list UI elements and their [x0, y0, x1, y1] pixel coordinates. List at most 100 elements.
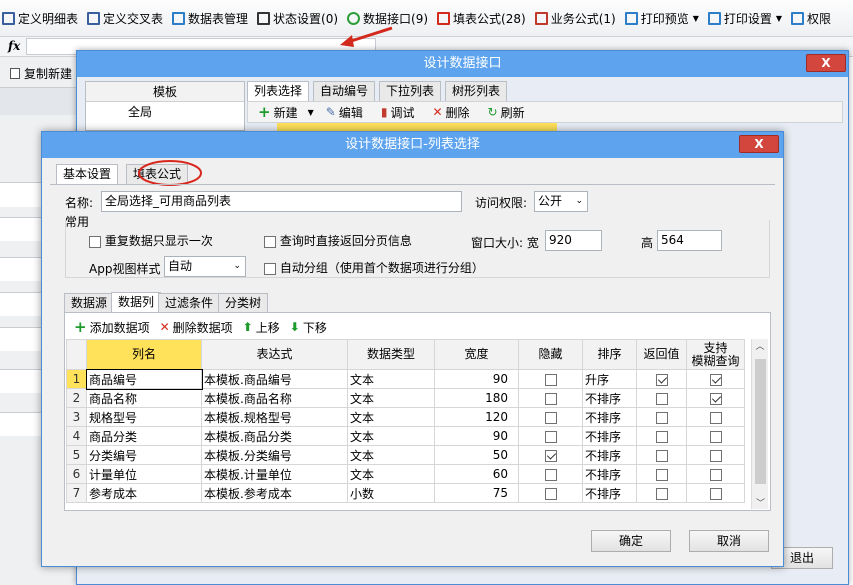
auto-group-checkbox[interactable] [264, 262, 276, 275]
cell-hidden[interactable] [518, 369, 583, 389]
dedupe-checkbox[interactable] [89, 235, 101, 248]
cell-width[interactable]: 60 [434, 464, 519, 484]
access-select[interactable]: 公开 ⌄ [534, 191, 588, 212]
cell-return[interactable] [636, 464, 687, 484]
cell-hidden-checkbox[interactable] [544, 468, 557, 481]
cell-fuzzy[interactable] [686, 445, 745, 465]
ok-button[interactable]: 确定 [591, 530, 671, 552]
cell-expression[interactable]: 本模板.商品编号 [201, 369, 348, 389]
cell-hidden[interactable] [518, 464, 583, 484]
cell-name[interactable]: 分类编号 [86, 445, 202, 465]
cell-expression[interactable]: 本模板.商品分类 [201, 426, 348, 446]
column-header[interactable]: 返回值 [636, 339, 687, 370]
cell-fuzzy[interactable] [686, 464, 745, 484]
cell-sort[interactable]: 不排序 [582, 464, 637, 484]
row-number[interactable]: 1 [66, 369, 87, 389]
auto-group-option[interactable]: 自动分组（使用首个数据项进行分组） [264, 259, 484, 276]
toolbar-item[interactable]: 数据表管理 [172, 10, 248, 27]
copy-new-button[interactable]: 复制新建 [0, 60, 80, 88]
paging-option[interactable]: 查询时直接返回分页信息 [264, 232, 412, 249]
row-number[interactable]: 7 [66, 483, 87, 503]
chevron-down-icon[interactable]: ▼ [776, 14, 782, 23]
cell-return-checkbox[interactable] [655, 430, 668, 443]
toolbar-item[interactable]: 填表公式(28) [437, 10, 526, 27]
refresh-button[interactable]: 刷新 [501, 104, 525, 121]
debug-button[interactable]: 调试 [390, 104, 414, 121]
cell-data-type[interactable]: 文本 [347, 369, 435, 389]
cell-sort[interactable]: 不排序 [582, 426, 637, 446]
cell-name[interactable]: 商品编号 [85, 368, 203, 390]
cell-name[interactable]: 商品名称 [86, 388, 202, 408]
cell-fuzzy-checkbox[interactable] [709, 487, 722, 500]
row-number[interactable]: 6 [66, 464, 87, 484]
cell-data-type[interactable]: 小数 [347, 483, 435, 503]
cell-width[interactable]: 75 [434, 483, 519, 503]
app-view-select[interactable]: 自动 ⌄ [164, 256, 246, 277]
column-header[interactable]: 表达式 [201, 339, 348, 370]
cell-data-type[interactable]: 文本 [347, 407, 435, 427]
tab-filter-conditions[interactable]: 过滤条件 [158, 293, 221, 313]
cell-hidden-checkbox[interactable] [544, 373, 557, 386]
cell-expression[interactable]: 本模板.规格型号 [201, 407, 348, 427]
cell-hidden-checkbox[interactable] [544, 411, 557, 424]
cell-width[interactable]: 90 [434, 426, 519, 446]
row-number[interactable]: 2 [66, 388, 87, 408]
cancel-button[interactable]: 取消 [689, 530, 769, 552]
cell-hidden[interactable] [518, 445, 583, 465]
cell-sort[interactable]: 不排序 [582, 445, 637, 465]
cell-fuzzy[interactable] [686, 483, 745, 503]
cell-expression[interactable]: 本模板.分类编号 [201, 445, 348, 465]
tab-basic-settings[interactable]: 基本设置 [56, 164, 119, 185]
cell-width[interactable]: 180 [434, 388, 519, 408]
column-header[interactable]: 数据类型 [347, 339, 435, 370]
table-row[interactable]: 4 商品分类 本模板.商品分类 文本 90 不排序 [66, 426, 745, 446]
chevron-down-icon[interactable]: ▼ [693, 14, 699, 23]
toolbar-item[interactable]: 业务公式(1) [534, 10, 616, 27]
cell-return-checkbox[interactable] [655, 468, 668, 481]
cell-data-type[interactable]: 文本 [347, 445, 435, 465]
cell-fuzzy-checkbox[interactable] [709, 411, 722, 424]
cell-name[interactable]: 规格型号 [86, 407, 202, 427]
cell-fuzzy-checkbox[interactable] [709, 449, 722, 462]
chevron-down-icon[interactable]: ﹀ [752, 496, 768, 509]
cell-data-type[interactable]: 文本 [347, 388, 435, 408]
column-header[interactable]: 支持 模糊查询 [686, 339, 745, 370]
delete-item-button[interactable]: 删除数据项 [173, 319, 233, 336]
paging-checkbox[interactable] [264, 235, 276, 248]
tab-tree-list[interactable]: 树形列表 [445, 81, 508, 101]
tab-auto-number[interactable]: 自动编号 [313, 81, 376, 101]
cell-return[interactable] [636, 407, 687, 427]
cell-data-type[interactable]: 文本 [347, 464, 435, 484]
move-up-button[interactable]: 上移 [256, 319, 280, 336]
cell-return[interactable] [636, 445, 687, 465]
table-row[interactable]: 7 参考成本 本模板.参考成本 小数 75 不排序 [66, 483, 745, 503]
cell-name[interactable]: 参考成本 [86, 483, 202, 503]
cell-return-checkbox[interactable] [655, 392, 668, 405]
cell-return[interactable] [636, 483, 687, 503]
cell-return-checkbox[interactable] [655, 373, 668, 386]
cell-fuzzy-checkbox[interactable] [709, 392, 722, 405]
cell-name[interactable]: 计量单位 [86, 464, 202, 484]
height-input[interactable]: 564 [657, 230, 722, 251]
cell-fuzzy[interactable] [686, 407, 745, 427]
column-header[interactable]: 列名 [86, 339, 202, 370]
dedupe-option[interactable]: 重复数据只显示一次 [89, 232, 213, 249]
cell-fuzzy[interactable] [686, 369, 745, 389]
new-button[interactable]: 新建 [274, 104, 298, 121]
cell-return-checkbox[interactable] [655, 487, 668, 500]
close-button[interactable]: X [739, 135, 779, 153]
tab-data-source[interactable]: 数据源 [64, 293, 115, 313]
cell-hidden[interactable] [518, 426, 583, 446]
close-button[interactable]: X [806, 54, 846, 72]
toolbar-item[interactable]: 打印预览 ▼ [624, 10, 699, 27]
cell-return-checkbox[interactable] [655, 411, 668, 424]
cell-fuzzy-checkbox[interactable] [709, 373, 722, 386]
tree-item-global[interactable]: 全局 [86, 102, 244, 122]
table-row[interactable]: 3 规格型号 本模板.规格型号 文本 120 不排序 [66, 407, 745, 427]
cell-sort[interactable]: 不排序 [582, 407, 637, 427]
row-number[interactable]: 5 [66, 445, 87, 465]
cell-return[interactable] [636, 369, 687, 389]
add-item-button[interactable]: 添加数据项 [90, 319, 150, 336]
chevron-up-icon[interactable]: ︿ [752, 339, 768, 352]
tab-data-columns[interactable]: 数据列 [111, 292, 162, 313]
